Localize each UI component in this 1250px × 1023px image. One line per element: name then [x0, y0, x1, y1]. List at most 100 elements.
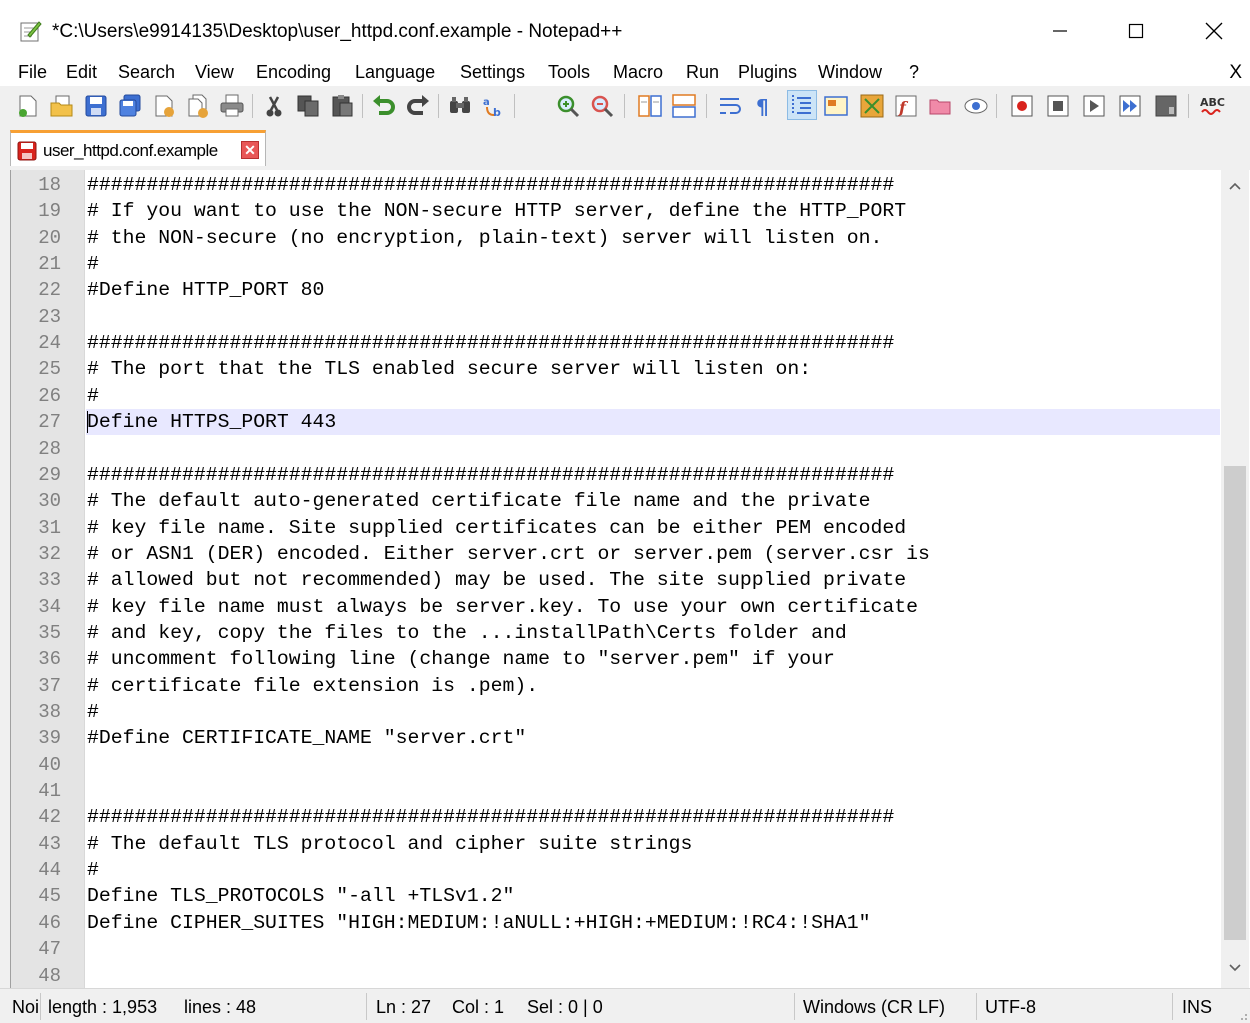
spellcheck-button[interactable]: ABC [1198, 92, 1226, 120]
chevron-down-icon [1229, 964, 1241, 972]
paste-button[interactable] [328, 92, 356, 120]
code-line[interactable]: Define CIPHER_SUITES "HIGH:MEDIUM:!aNULL… [87, 910, 870, 936]
maximize-button[interactable] [1106, 8, 1166, 54]
tab-bar: user_httpd.conf.example ✕ [0, 126, 1250, 170]
run-macro-multiple-button[interactable] [1116, 92, 1144, 120]
menu-view[interactable]: View [195, 62, 234, 83]
code-line[interactable]: Define TLS_PROTOCOLS "-all +TLSv1.2" [87, 883, 514, 909]
menu-encoding[interactable]: Encoding [256, 62, 331, 83]
save-button[interactable] [82, 92, 110, 120]
code-line[interactable]: ########################################… [87, 330, 894, 356]
editor[interactable]: 18 19 20 21 22 23 24 25 26 27 28 29 30 31 32 33 34 35 36 37… [10, 170, 1250, 988]
menu-edit[interactable]: Edit [66, 62, 97, 83]
close-window-button[interactable] [1184, 8, 1244, 54]
menu-macro[interactable]: Macro [613, 62, 663, 83]
scrollbar-thumb[interactable] [1224, 466, 1246, 940]
replace-button[interactable]: ab [480, 92, 508, 120]
save-all-button[interactable] [116, 92, 144, 120]
menu-language[interactable]: Language [355, 62, 435, 83]
status-encoding: UTF-8 [985, 997, 1036, 1017]
menu-settings[interactable]: Settings [460, 62, 525, 83]
folder-as-workspace-button[interactable] [926, 92, 954, 120]
playback-macro-button[interactable] [1080, 92, 1108, 120]
code-line[interactable]: # [87, 251, 99, 277]
code-line[interactable]: # The default TLS protocol and cipher su… [87, 831, 692, 857]
code-line[interactable]: ########################################… [87, 462, 894, 488]
menu-file[interactable]: File [18, 62, 47, 83]
tab-label: user_httpd.conf.example [43, 141, 218, 160]
find-icon [450, 97, 470, 113]
code-line[interactable]: # [87, 383, 99, 409]
indent-guide-button[interactable] [787, 90, 817, 120]
unsaved-file-icon [17, 141, 37, 161]
tab-close-button[interactable]: ✕ [241, 141, 259, 159]
menu-help[interactable]: ? [909, 62, 919, 83]
copy-button[interactable] [294, 92, 322, 120]
sync-vertical-button[interactable] [636, 92, 664, 120]
line-number: 26 [38, 384, 61, 407]
monitoring-button[interactable] [962, 92, 990, 120]
undo-icon [373, 95, 395, 115]
undo-button[interactable] [370, 92, 398, 120]
function-list-button[interactable]: f [892, 92, 920, 120]
code-line[interactable]: # certificate file extension is .pem). [87, 673, 538, 699]
user-language-button[interactable] [822, 92, 850, 120]
code-line[interactable]: # [87, 699, 99, 725]
menu-plugins[interactable]: Plugins [738, 62, 797, 83]
maximize-icon [1128, 23, 1144, 39]
code-line[interactable]: # The port that the TLS enabled secure s… [87, 356, 811, 382]
line-number: 35 [38, 621, 61, 644]
open-file-button[interactable] [48, 92, 76, 120]
code-line[interactable]: # [87, 857, 99, 883]
status-separator [1172, 993, 1173, 1020]
code-line[interactable]: # key file name. Site supplied certifica… [87, 515, 906, 541]
record-macro-button[interactable] [1008, 92, 1036, 120]
stop-record-button[interactable] [1044, 92, 1072, 120]
code-line[interactable]: Define HTTPS_PORT 443 [87, 409, 336, 435]
code-line[interactable]: # and key, copy the files to the ...inst… [87, 620, 847, 646]
zoom-in-button[interactable] [554, 92, 582, 120]
menu-run[interactable]: Run [686, 62, 719, 83]
monitoring-icon [964, 98, 988, 114]
save-macro-button[interactable] [1152, 92, 1180, 120]
tab-user-httpd-conf-example[interactable]: user_httpd.conf.example ✕ [10, 130, 266, 166]
code-line[interactable]: # the NON-secure (no encryption, plain-t… [87, 225, 882, 251]
scroll-up-button[interactable] [1221, 176, 1249, 196]
document-map-button[interactable] [858, 92, 886, 120]
vertical-scrollbar[interactable] [1221, 170, 1249, 988]
show-all-chars-button[interactable]: ¶ [750, 92, 778, 120]
sync-horizontal-button[interactable] [670, 92, 698, 120]
line-number: 32 [38, 542, 61, 565]
zoom-out-button[interactable] [588, 92, 616, 120]
redo-button[interactable] [404, 92, 432, 120]
code-line[interactable]: # If you want to use the NON-secure HTTP… [87, 198, 906, 224]
code-line[interactable]: # or ASN1 (DER) encoded. Either server.c… [87, 541, 930, 567]
new-file-button[interactable] [14, 92, 42, 120]
scroll-down-button[interactable] [1221, 958, 1249, 978]
close-file-button[interactable] [150, 92, 178, 120]
print-button[interactable] [218, 92, 246, 120]
cut-button[interactable] [260, 92, 288, 120]
menu-tools[interactable]: Tools [548, 62, 590, 83]
minimize-button[interactable] [1030, 8, 1090, 54]
word-wrap-button[interactable] [716, 92, 744, 120]
find-button[interactable] [446, 92, 474, 120]
code-line[interactable]: ########################################… [87, 804, 894, 830]
status-doc-type: Noi [12, 997, 40, 1017]
code-line[interactable]: # The default auto-generated certificate… [87, 488, 870, 514]
code-line[interactable]: #Define HTTP_PORT 80 [87, 277, 324, 303]
code-line[interactable]: # uncomment following line (change name … [87, 646, 835, 672]
menu-search[interactable]: Search [118, 62, 175, 83]
close-document-button[interactable]: X [1229, 62, 1242, 84]
zoom-in-icon [557, 95, 580, 118]
code-line[interactable]: # allowed but not recommended) may be us… [87, 567, 906, 593]
toolbar-separator [362, 94, 363, 118]
close-all-button[interactable] [184, 92, 212, 120]
code-line[interactable]: #Define CERTIFICATE_NAME "server.crt" [87, 725, 526, 751]
line-number: 41 [38, 780, 61, 803]
code-line[interactable]: ########################################… [87, 172, 894, 198]
resize-grip-icon[interactable] [1236, 1009, 1248, 1021]
menu-window[interactable]: Window [818, 62, 882, 83]
save-macro-icon [1155, 95, 1177, 117]
code-line[interactable]: # key file name must always be server.ke… [87, 594, 918, 620]
